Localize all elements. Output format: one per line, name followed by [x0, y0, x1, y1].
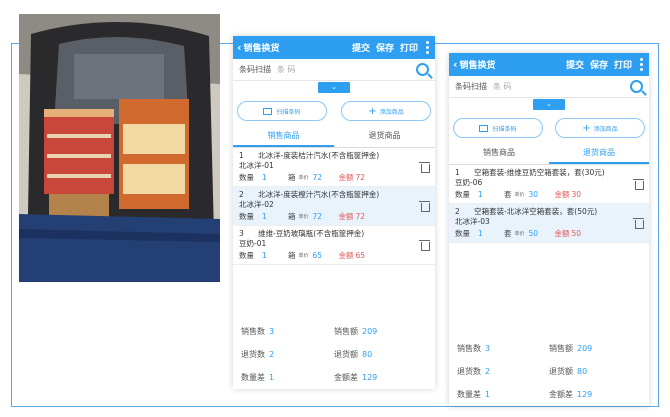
summary-panel: 销售数 3 销售额 209 退货数 2 退货额 80 数量差 1 金额差 129 [241, 327, 378, 382]
print-button[interactable]: 打印 [614, 58, 632, 71]
add-product-button[interactable]: + 添加商品 [555, 118, 645, 138]
quantity-field[interactable]: 1 [262, 212, 288, 222]
tab-bar: 销售商品 退货商品 [449, 144, 649, 165]
trash-icon[interactable] [419, 201, 430, 212]
submit-button[interactable]: 提交 [352, 41, 370, 54]
quantity-field[interactable]: 1 [478, 190, 504, 200]
more-menu-icon[interactable] [640, 58, 643, 71]
phone-screen-returns: ‹ 销售换货 提交 保存 打印 条码扫描 条 码 ⌄ 扫描条码 + 添加商品 销售… [449, 53, 649, 406]
price-field[interactable]: 30 [529, 190, 551, 200]
price-field[interactable]: 72 [313, 173, 335, 183]
save-button[interactable]: 保存 [590, 58, 608, 71]
tab-return-goods[interactable]: 退货商品 [549, 144, 649, 164]
back-arrow-icon[interactable]: ‹ [453, 58, 458, 71]
search-icon[interactable] [416, 63, 429, 76]
page-title: 销售换货 [459, 61, 496, 71]
expand-toggle[interactable]: ⌄ [449, 99, 649, 110]
scan-label: 条码扫描 [239, 65, 271, 74]
list-item[interactable]: 1 北冰洋-度装桔汁汽水(不含瓶筐押金) 北冰洋-01 数量 1 箱 单价 72… [233, 148, 435, 187]
barcode-input[interactable]: 条 码 [493, 81, 630, 92]
trash-icon[interactable] [419, 240, 430, 251]
tab-sales-goods[interactable]: 销售商品 [233, 127, 334, 147]
van-cargo-photo [19, 14, 220, 282]
barcode-icon [479, 124, 489, 132]
list-item[interactable]: 3 维维-豆奶玻璃瓶(不含瓶筐押金) 豆奶-01 数量 1 箱 单价 65 金额… [233, 226, 435, 265]
search-icon[interactable] [630, 80, 643, 93]
trash-icon[interactable] [419, 162, 430, 173]
scan-barcode-button[interactable]: 扫描条码 [453, 118, 543, 138]
tab-bar: 销售商品 退货商品 [233, 127, 435, 148]
barcode-scan-row: 条码扫描 条 码 [449, 76, 649, 98]
page-title: 销售换货 [243, 44, 280, 54]
list-item[interactable]: 1 空箱套装-维维豆奶空箱套装，套(30元) 豆奶-06 数量 1 套 单价 3… [449, 165, 649, 204]
scan-barcode-button[interactable]: 扫描条码 [237, 101, 327, 121]
list-item[interactable]: 2 空箱套装-北冰洋空箱套装，套(50元) 北冰洋-03 数量 1 套 单价 5… [449, 204, 649, 243]
price-field[interactable]: 50 [529, 229, 551, 239]
plus-icon: + [582, 122, 591, 134]
title-bar: ‹ 销售换货 提交 保存 打印 [233, 36, 435, 59]
print-button[interactable]: 打印 [400, 41, 418, 54]
back-arrow-icon[interactable]: ‹ [237, 41, 242, 54]
price-field[interactable]: 72 [313, 212, 335, 222]
price-field[interactable]: 65 [313, 251, 335, 261]
quantity-field[interactable]: 1 [478, 229, 504, 239]
scan-label: 条码扫描 [455, 82, 487, 91]
more-menu-icon[interactable] [426, 41, 429, 54]
list-item[interactable]: 2 北冰洋-度装橙汁汽水(不含瓶筐押金) 北冰洋-02 数量 1 箱 单价 72… [233, 187, 435, 226]
barcode-input[interactable]: 条 码 [277, 64, 416, 75]
trash-icon[interactable] [633, 218, 644, 229]
quantity-field[interactable]: 1 [262, 173, 288, 183]
phone-screen-sales: ‹ 销售换货 提交 保存 打印 条码扫描 条 码 ⌄ 扫描条码 + 添加商品 销售… [233, 36, 435, 389]
summary-panel: 销售数 3 销售额 209 退货数 2 退货额 80 数量差 1 金额差 129 [457, 344, 593, 399]
barcode-icon [263, 107, 273, 115]
quantity-field[interactable]: 1 [262, 251, 288, 261]
chevron-down-icon: ⌄ [318, 82, 350, 93]
save-button[interactable]: 保存 [376, 41, 394, 54]
barcode-scan-row: 条码扫描 条 码 [233, 59, 435, 81]
chevron-down-icon: ⌄ [533, 99, 565, 110]
submit-button[interactable]: 提交 [566, 58, 584, 71]
expand-toggle[interactable]: ⌄ [233, 82, 435, 93]
add-product-button[interactable]: + 添加商品 [341, 101, 431, 121]
title-bar: ‹ 销售换货 提交 保存 打印 [449, 53, 649, 76]
tab-sales-goods[interactable]: 销售商品 [449, 144, 549, 164]
trash-icon[interactable] [633, 179, 644, 190]
tab-return-goods[interactable]: 退货商品 [334, 127, 435, 147]
plus-icon: + [368, 105, 377, 117]
